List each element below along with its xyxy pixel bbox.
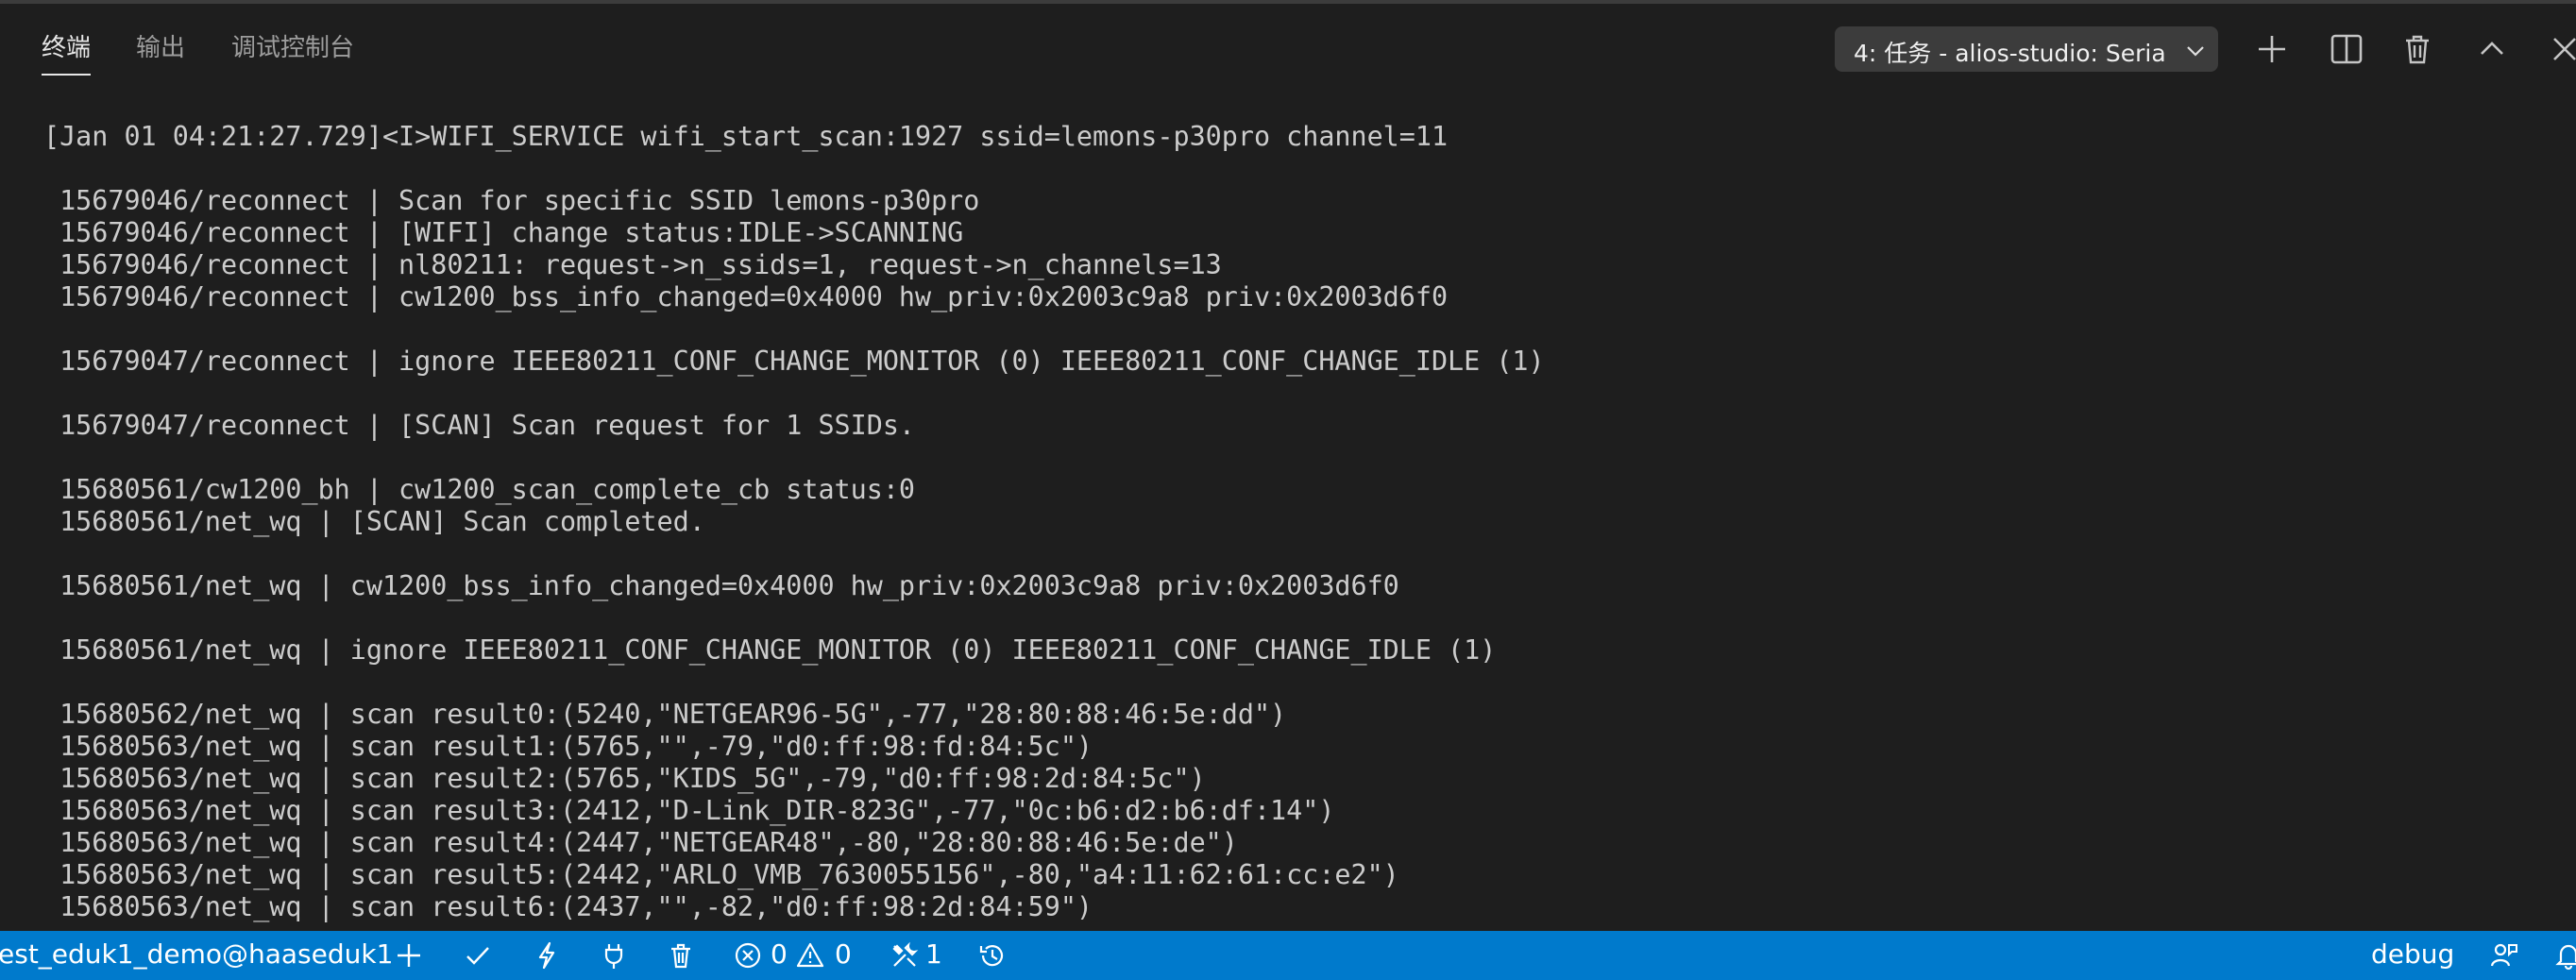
terminal-line: 15680563/net_wq | scan result2:(5765,"KI… [43, 763, 1206, 794]
terminal-line: 15680563/net_wq | scan result3:(2412,"D-… [43, 795, 1335, 826]
terminal-line: 15679046/reconnect | nl80211: request->n… [43, 249, 1222, 280]
terminal-task-select[interactable]: 4: 任务 - alios-studio: Seria [1835, 26, 2218, 72]
terminal-line: 15679046/reconnect | Scan for specific S… [43, 185, 980, 216]
error-icon[interactable] [733, 940, 763, 971]
terminal-line: 15680563/net_wq | scan result1:(5765,"",… [43, 731, 1093, 762]
terminal-line: 15680563/net_wq | scan result5:(2442,"AR… [43, 859, 1399, 890]
error-count[interactable]: 0 [771, 938, 788, 970]
tab-debug-console[interactable]: 调试控制台 [231, 28, 354, 63]
tools-icon[interactable] [890, 940, 920, 971]
bell-icon[interactable] [2553, 940, 2576, 971]
trash-icon[interactable] [2398, 30, 2436, 68]
check-icon[interactable] [463, 940, 493, 971]
warning-count[interactable]: 0 [835, 938, 852, 970]
terminal-line: 15680561/net_wq | ignore IEEE80211_CONF_… [43, 634, 1497, 666]
terminal-line: [Jan 01 04:21:27.729]<I>WIFI_SERVICE wif… [43, 121, 1449, 152]
terminal-line: 15679046/reconnect | [WIFI] change statu… [43, 217, 964, 248]
terminal-output[interactable]: [Jan 01 04:21:27.729]<I>WIFI_SERVICE wif… [0, 121, 2576, 931]
terminal-line: 15680562/net_wq | scan result0:(5240,"NE… [43, 699, 1287, 730]
tab-terminal[interactable]: 终端 [42, 28, 91, 63]
terminal-task-select-value: 4: 任务 - alios-studio: Seria [1854, 40, 2166, 67]
history-icon[interactable] [977, 940, 1008, 971]
panel-tabbar: 终端 输出 调试控制台 4: 任务 - alios-studio: Seria [0, 4, 2576, 81]
status-bar: est_eduk1_demo@haaseduk1 0 0 1 debug [0, 931, 2576, 980]
terminal-line: 15680561/cw1200_bh | cw1200_scan_complet… [43, 474, 916, 505]
terminal-line: 15679047/reconnect | ignore IEEE80211_CO… [43, 346, 1545, 377]
terminal-line: 15680563/net_wq | scan result6:(2437,"",… [43, 891, 1093, 922]
trash-icon[interactable] [666, 940, 696, 971]
plug-icon[interactable] [599, 940, 629, 971]
terminal-line: 15679047/reconnect | [SCAN] Scan request… [43, 410, 916, 441]
split-terminal-icon[interactable] [2328, 30, 2365, 68]
chevron-up-icon[interactable] [2473, 30, 2511, 68]
tab-output[interactable]: 输出 [136, 28, 185, 63]
tools-count[interactable]: 1 [925, 938, 942, 970]
terminal-line: 15680563/net_wq | scan result4:(2447,"NE… [43, 827, 1238, 858]
feedback-person-icon[interactable] [2489, 940, 2519, 971]
debug-mode-label[interactable]: debug [2371, 938, 2454, 970]
active-tab-indicator [42, 74, 91, 76]
warning-icon[interactable] [795, 940, 825, 971]
flash-icon[interactable] [532, 940, 562, 971]
plus-icon[interactable] [2253, 30, 2291, 68]
terminal-line: 15680561/net_wq | cw1200_bss_info_change… [43, 570, 1399, 601]
terminal-line: 15680561/net_wq | [SCAN] Scan completed. [43, 506, 705, 537]
chevron-down-icon [2184, 40, 2207, 62]
terminal-line: 15679046/reconnect | cw1200_bss_info_cha… [43, 281, 1449, 313]
close-icon[interactable] [2546, 30, 2576, 68]
status-project-target[interactable]: est_eduk1_demo@haaseduk1 [0, 938, 393, 970]
plus-icon[interactable] [394, 940, 424, 971]
